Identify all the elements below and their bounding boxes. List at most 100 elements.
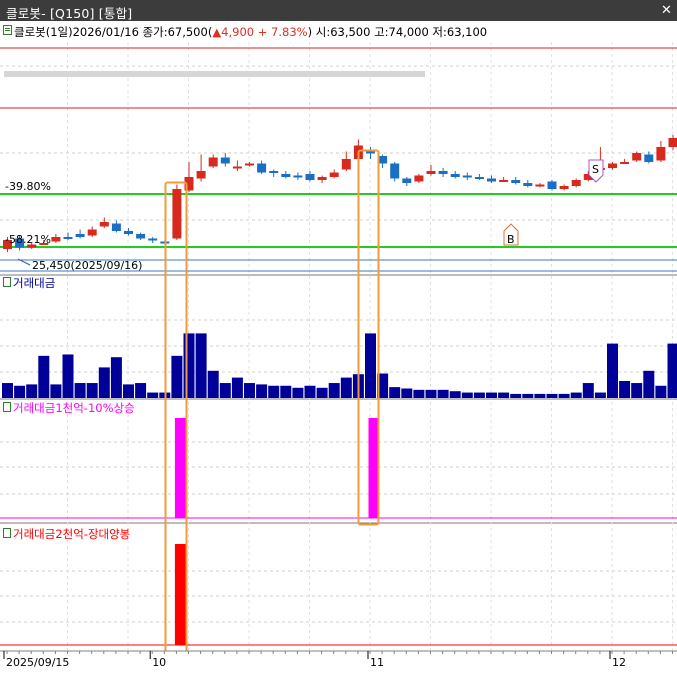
x-axis-label: 12 [612,656,626,669]
volume-bar [86,383,98,398]
volume-bar [437,389,449,398]
volume-bar [256,384,268,398]
candle-body [438,171,448,174]
volume-bar [498,392,510,398]
volume-bar [304,385,316,398]
candle-body [196,171,206,179]
candle-body [317,177,327,180]
volume-bar [244,383,255,398]
candle-body [511,180,521,183]
volume-bar [619,381,631,398]
volume-bar [655,385,667,398]
candle-body [51,237,61,242]
volume-bar [473,392,485,398]
volume-bar [401,388,413,398]
candle-body [547,181,557,189]
candle-body [571,180,581,186]
signal1-pane-title: 거래대금1천억-10%상승 [13,401,135,415]
volume-bar [667,343,677,398]
volume-bar [171,355,183,398]
volume-pane-title: 거래대금 [13,276,55,290]
volume-bar [365,333,376,398]
candle-body [620,162,630,164]
volume-bar [522,393,534,398]
candle-body [499,180,509,182]
candle-body [220,157,230,164]
candle-body [559,186,569,189]
buy-signal-label: B [507,233,515,246]
volume-bar [328,383,340,398]
x-axis-label: 10 [152,656,166,669]
volume-bar [558,393,570,398]
candle-body [232,166,242,169]
volume-bar [631,383,643,398]
signal2-bar [174,544,186,645]
volume-bar [38,355,50,398]
candle-body [99,222,109,227]
volume-bar [607,343,618,398]
candle-body [269,171,279,173]
volume-bar [147,392,159,398]
candle-body [450,174,460,177]
volume-bar [292,387,304,398]
candle-body [390,163,400,179]
candle-body [462,175,472,178]
candle-body [172,189,182,239]
candle-body [329,172,339,177]
volume-bar [62,354,74,398]
sell-signal-label: S [592,163,599,176]
volume-pane-icon [3,277,11,287]
volume-bar [643,370,655,398]
candle-body [341,159,351,170]
candle-body [257,163,267,173]
volume-bar [195,333,207,398]
x-axis-bg [0,651,677,673]
volume-bar [280,385,292,398]
x-axis-label: 2025/09/15 [6,656,69,669]
volume-bar [389,387,401,398]
candle-body [136,234,146,239]
volume-bar [110,357,122,398]
candle-body [245,163,254,166]
level-label-1: -39.80% [5,180,51,193]
candle-body [523,183,533,186]
volume-bar [183,333,195,398]
volume-bar [340,377,352,398]
volume-bar [510,393,522,398]
volume-bar [570,392,582,398]
candle-body [87,229,97,236]
volume-bar [14,385,26,398]
candle-body [124,231,133,234]
signal2-pane-icon [3,528,11,538]
low-marker-label: 25,450(2025/09/16) [32,259,142,272]
volume-bar [231,377,243,398]
volume-bar [135,383,147,398]
volume-bar [26,384,38,398]
candle-body [63,237,73,239]
volume-bar [316,387,328,398]
chart-canvas[interactable]: -39.80% -58.21% 25,450(2025/09/16) 거래대금 … [0,0,677,673]
grid-lines [0,42,677,652]
volume-bar [50,384,62,398]
volume-bar [461,392,473,398]
volume-bar [74,383,86,398]
candle-body [474,177,484,179]
signal1-bar [174,418,186,518]
volume-bar [98,367,110,398]
progress-scrollbar [4,71,425,77]
volume-bar [207,370,219,398]
volume-bar [413,389,425,398]
volume-bar [546,393,558,398]
candle-body [293,175,303,178]
candle-body [305,174,315,180]
volume-bar [582,383,594,398]
signal1-pane-icon [3,402,11,412]
volume-bar [594,392,606,398]
level-label-2: -58.21% [5,233,51,246]
candle-body [426,171,436,174]
candle-body [111,223,121,231]
candle-body [632,153,642,161]
volume-bar [219,383,231,398]
x-axis-label: 11 [370,656,384,669]
candle-body [487,178,496,182]
